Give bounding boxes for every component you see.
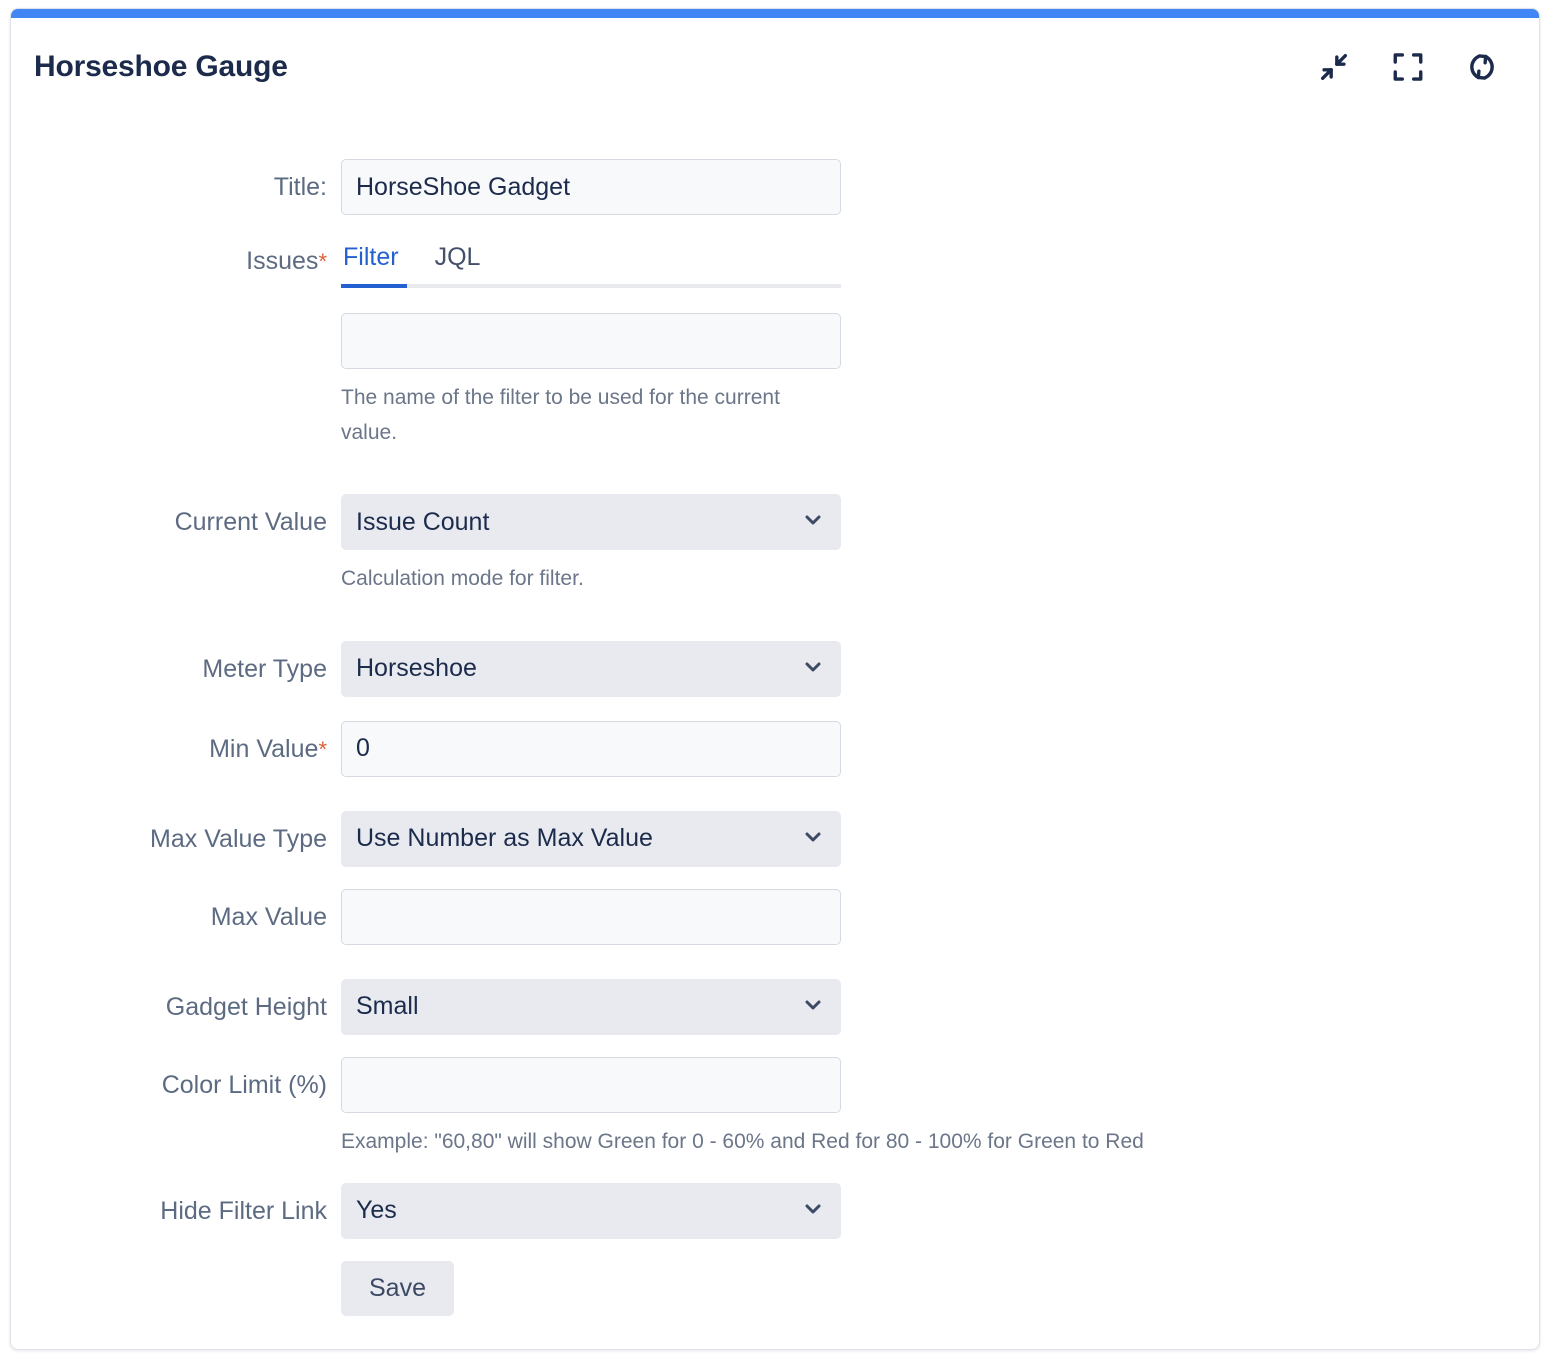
gadget-header: Horseshoe Gauge	[11, 18, 1539, 110]
form-row-current-value: Current Value Issue Count Calculation mo…	[11, 494, 1539, 597]
tab-underline	[341, 284, 841, 288]
filter-input[interactable]	[341, 313, 841, 369]
maximize-icon[interactable]	[1389, 48, 1427, 86]
max-value-input[interactable]	[341, 889, 841, 945]
form-row-title: Title:	[11, 159, 1539, 215]
min-value-label: Min Value*	[11, 721, 341, 762]
min-value-required-marker: *	[318, 737, 327, 762]
max-value-type-selected: Use Number as Max Value	[356, 824, 653, 853]
gadget-accent-bar	[11, 9, 1539, 18]
current-value-selected: Issue Count	[356, 508, 489, 537]
current-value-label: Current Value	[11, 494, 341, 535]
gadget-height-selected: Small	[356, 992, 419, 1021]
color-limit-input[interactable]	[341, 1057, 841, 1113]
filter-help-text: The name of the filter to be used for th…	[341, 381, 801, 450]
max-value-type-select[interactable]: Use Number as Max Value	[341, 811, 841, 867]
gadget-config-form: Title: Issues* Filter JQL	[11, 110, 1539, 1316]
form-row-hide-filter-link: Hide Filter Link Yes	[11, 1183, 1539, 1239]
gadget-height-select[interactable]: Small	[341, 979, 841, 1035]
header-actions	[1315, 48, 1501, 86]
meter-type-selected: Horseshoe	[356, 654, 477, 683]
title-label: Title:	[11, 159, 341, 200]
form-row-save: Save	[11, 1261, 1539, 1316]
issues-label: Issues*	[11, 243, 341, 274]
form-row-gadget-height: Gadget Height Small	[11, 979, 1539, 1035]
current-value-select[interactable]: Issue Count	[341, 494, 841, 550]
color-limit-label: Color Limit (%)	[11, 1057, 341, 1098]
title-input[interactable]	[341, 159, 841, 215]
tab-filter[interactable]: Filter	[343, 243, 399, 284]
form-row-meter-type: Meter Type Horseshoe	[11, 641, 1539, 697]
current-value-help-text: Calculation mode for filter.	[341, 562, 801, 597]
issues-required-marker: *	[318, 249, 327, 274]
save-button[interactable]: Save	[341, 1261, 454, 1316]
hide-filter-link-selected: Yes	[356, 1196, 397, 1225]
form-row-issues: Issues* Filter JQL	[11, 243, 1539, 288]
hide-filter-link-label: Hide Filter Link	[11, 1183, 341, 1224]
meter-type-select[interactable]: Horseshoe	[341, 641, 841, 697]
form-row-min-value: Min Value*	[11, 721, 1539, 777]
tab-active-indicator	[341, 284, 407, 288]
form-row-color-limit: Color Limit (%) Example: "60,80" will sh…	[11, 1057, 1539, 1160]
form-row-max-value: Max Value	[11, 889, 1539, 945]
page-title: Horseshoe Gauge	[34, 50, 288, 84]
minimize-icon[interactable]	[1315, 48, 1353, 86]
hide-filter-link-select[interactable]: Yes	[341, 1183, 841, 1239]
max-value-type-label: Max Value Type	[11, 811, 341, 852]
meter-type-label: Meter Type	[11, 641, 341, 682]
gadget-config-card: Horseshoe Gauge	[10, 8, 1540, 1350]
tab-jql[interactable]: JQL	[435, 243, 481, 284]
issues-tabs: Filter JQL	[341, 243, 841, 288]
gadget-height-label: Gadget Height	[11, 979, 341, 1020]
form-row-max-value-type: Max Value Type Use Number as Max Value	[11, 811, 1539, 867]
form-row-filter: The name of the filter to be used for th…	[11, 313, 1539, 450]
refresh-icon[interactable]	[1463, 48, 1501, 86]
max-value-label: Max Value	[11, 889, 341, 930]
color-limit-help-text: Example: "60,80" will show Green for 0 -…	[341, 1125, 841, 1160]
min-value-input[interactable]	[341, 721, 841, 777]
